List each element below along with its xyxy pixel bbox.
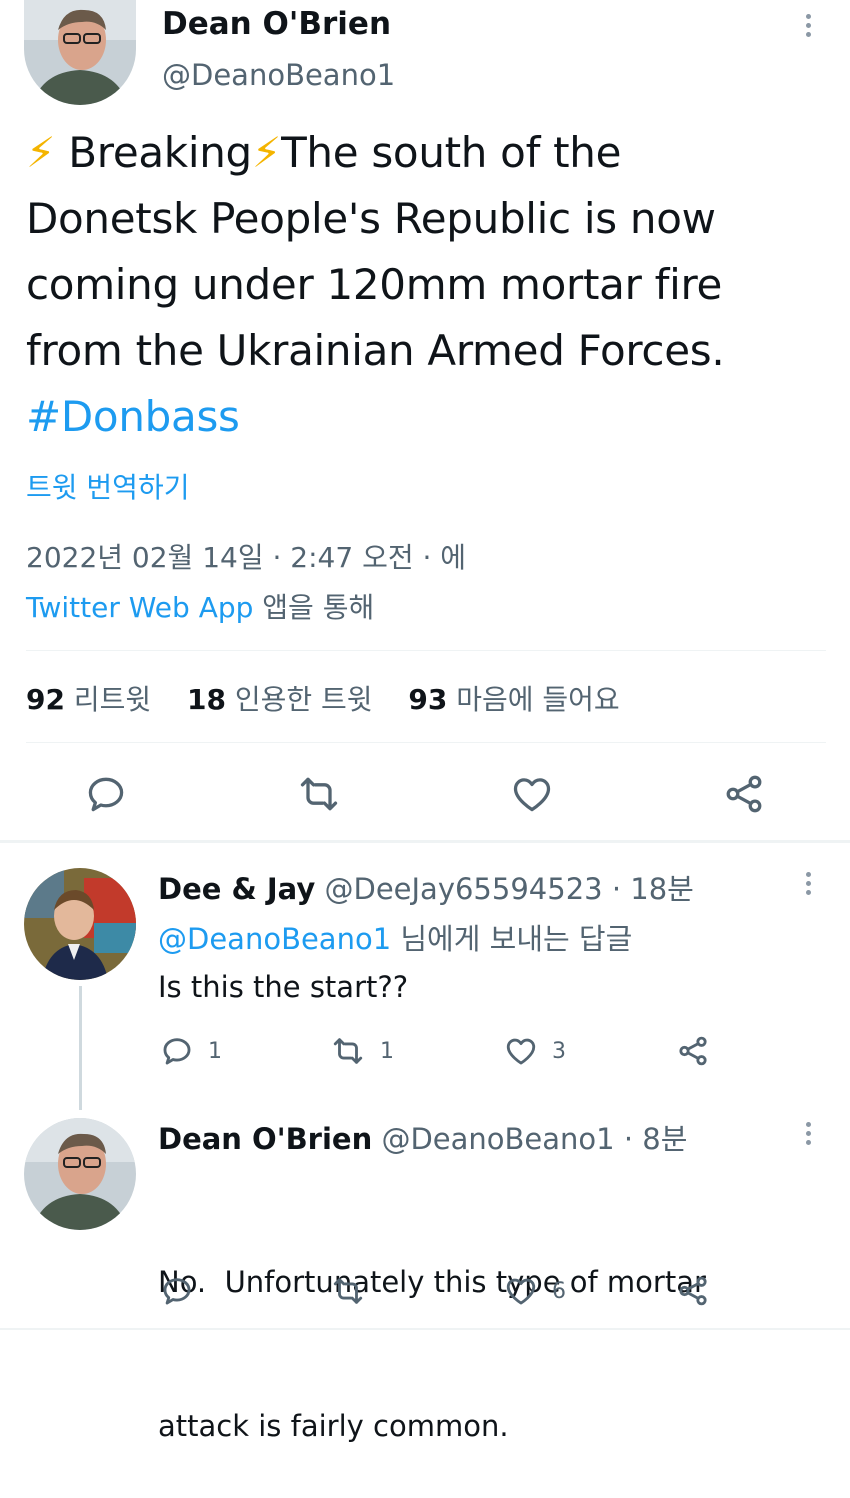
- tweet-source: Twitter Web App 앱을 통해: [26, 586, 374, 626]
- author-name[interactable]: Dean O'Brien: [162, 6, 391, 42]
- retweet-button[interactable]: [330, 1274, 366, 1312]
- reply-icon: [163, 1038, 191, 1065]
- reply-author-name[interactable]: Dean O'Brien: [158, 1122, 372, 1156]
- reply-time[interactable]: · 8분: [624, 1122, 688, 1156]
- tweet-text-line-3: coming under 120mm mortar fire: [26, 260, 723, 309]
- reply-icon: [88, 777, 124, 812]
- retweet-button[interactable]: 1: [330, 1034, 394, 1068]
- reply-button[interactable]: [160, 1274, 194, 1312]
- reply-text-line-2: attack is fairly common.: [158, 1409, 509, 1443]
- hashtag-link[interactable]: #Donbass: [26, 384, 836, 450]
- divider: [26, 650, 826, 651]
- retweets-stat[interactable]: 92 리트윗: [26, 683, 151, 716]
- retweet-icon: [333, 1278, 363, 1304]
- retweet-icon: [333, 1038, 363, 1064]
- lightning-emoji: ⚡: [26, 128, 56, 177]
- share-button[interactable]: [676, 1034, 710, 1072]
- retweet-count: 1: [380, 1038, 394, 1064]
- tweet-text-line-1: The south of the: [281, 128, 622, 177]
- likes-stat[interactable]: 93 마음에 들어요: [408, 683, 619, 716]
- reply-icon: [163, 1278, 191, 1305]
- like-button[interactable]: [510, 772, 554, 820]
- reply-header: Dee & Jay @DeeJay65594523 · 18분: [158, 866, 694, 908]
- replying-to: @DeanoBeano1 님에게 보내는 답글: [158, 916, 632, 958]
- retweet-icon: [300, 777, 338, 811]
- source-app-link[interactable]: Twitter Web App: [26, 591, 253, 624]
- reply-button[interactable]: [84, 772, 128, 820]
- thread-connector: [79, 986, 82, 1110]
- like-icon: [506, 1278, 536, 1305]
- like-button[interactable]: 6: [504, 1274, 566, 1308]
- divider: [26, 742, 826, 743]
- share-icon: [679, 1276, 707, 1306]
- reply-text: Is this the start??: [158, 970, 409, 1004]
- like-count: 6: [552, 1278, 566, 1304]
- author-handle[interactable]: @DeanoBeano1: [162, 58, 395, 92]
- divider: [0, 1328, 850, 1330]
- lightning-emoji-2: ⚡: [251, 128, 282, 177]
- reply-author-name[interactable]: Dee & Jay: [158, 872, 315, 906]
- share-button[interactable]: [676, 1274, 710, 1312]
- reply-text-line-1: No. Unfortunately this type of mortar: [158, 1265, 706, 1299]
- reply-author-handle[interactable]: @DeeJay65594523: [324, 872, 602, 906]
- like-count: 3: [552, 1038, 566, 1064]
- reply-author-handle[interactable]: @DeanoBeano1: [381, 1122, 614, 1156]
- reply-button[interactable]: 1: [160, 1034, 222, 1068]
- tweet-text-line-4: from the Ukrainian Armed Forces.: [26, 326, 725, 375]
- reply-text: No. Unfortunately this type of mortar at…: [158, 1162, 706, 1498]
- replying-to-suffix: 님에게 보내는 답글: [400, 922, 633, 956]
- breaking-word: Breaking: [68, 128, 252, 177]
- tweet-line-1: ⚡ Breaking⚡The south of the: [26, 120, 836, 186]
- like-icon: [506, 1038, 536, 1065]
- author-avatar[interactable]: [24, 0, 136, 105]
- reply-header: Dean O'Brien @DeanoBeano1 · 8분: [158, 1116, 687, 1158]
- quotes-stat[interactable]: 18 인용한 트윗: [187, 683, 373, 716]
- more-icon[interactable]: [806, 872, 812, 899]
- like-icon: [513, 778, 551, 812]
- more-icon[interactable]: [806, 1122, 812, 1149]
- reply-time[interactable]: · 18분: [612, 872, 694, 906]
- tweet-text-line-2: Donetsk People's Republic is now: [26, 194, 716, 243]
- reply-avatar-dean[interactable]: [24, 1118, 136, 1230]
- translate-tweet-link[interactable]: 트윗 번역하기: [26, 466, 189, 506]
- section-divider: [0, 840, 850, 843]
- share-icon: [726, 775, 762, 813]
- tweet-stats: 92 리트윗 18 인용한 트윗 93 마음에 들어요: [26, 678, 620, 718]
- share-icon: [679, 1036, 707, 1066]
- like-button[interactable]: 3: [504, 1034, 566, 1068]
- replying-to-handle[interactable]: @DeanoBeano1: [158, 922, 391, 956]
- tweet-text: ⚡ Breaking⚡The south of the Donetsk Peop…: [26, 120, 836, 450]
- source-suffix: 앱을 통해: [262, 591, 375, 624]
- share-button[interactable]: [722, 772, 766, 820]
- tweet-timestamp[interactable]: 2022년 02월 14일 · 2:47 오전 · 에: [26, 536, 466, 576]
- reply-avatar-deejay[interactable]: [24, 868, 136, 980]
- reply-count: 1: [208, 1038, 222, 1064]
- more-icon[interactable]: [806, 14, 812, 41]
- retweet-button[interactable]: [296, 772, 342, 820]
